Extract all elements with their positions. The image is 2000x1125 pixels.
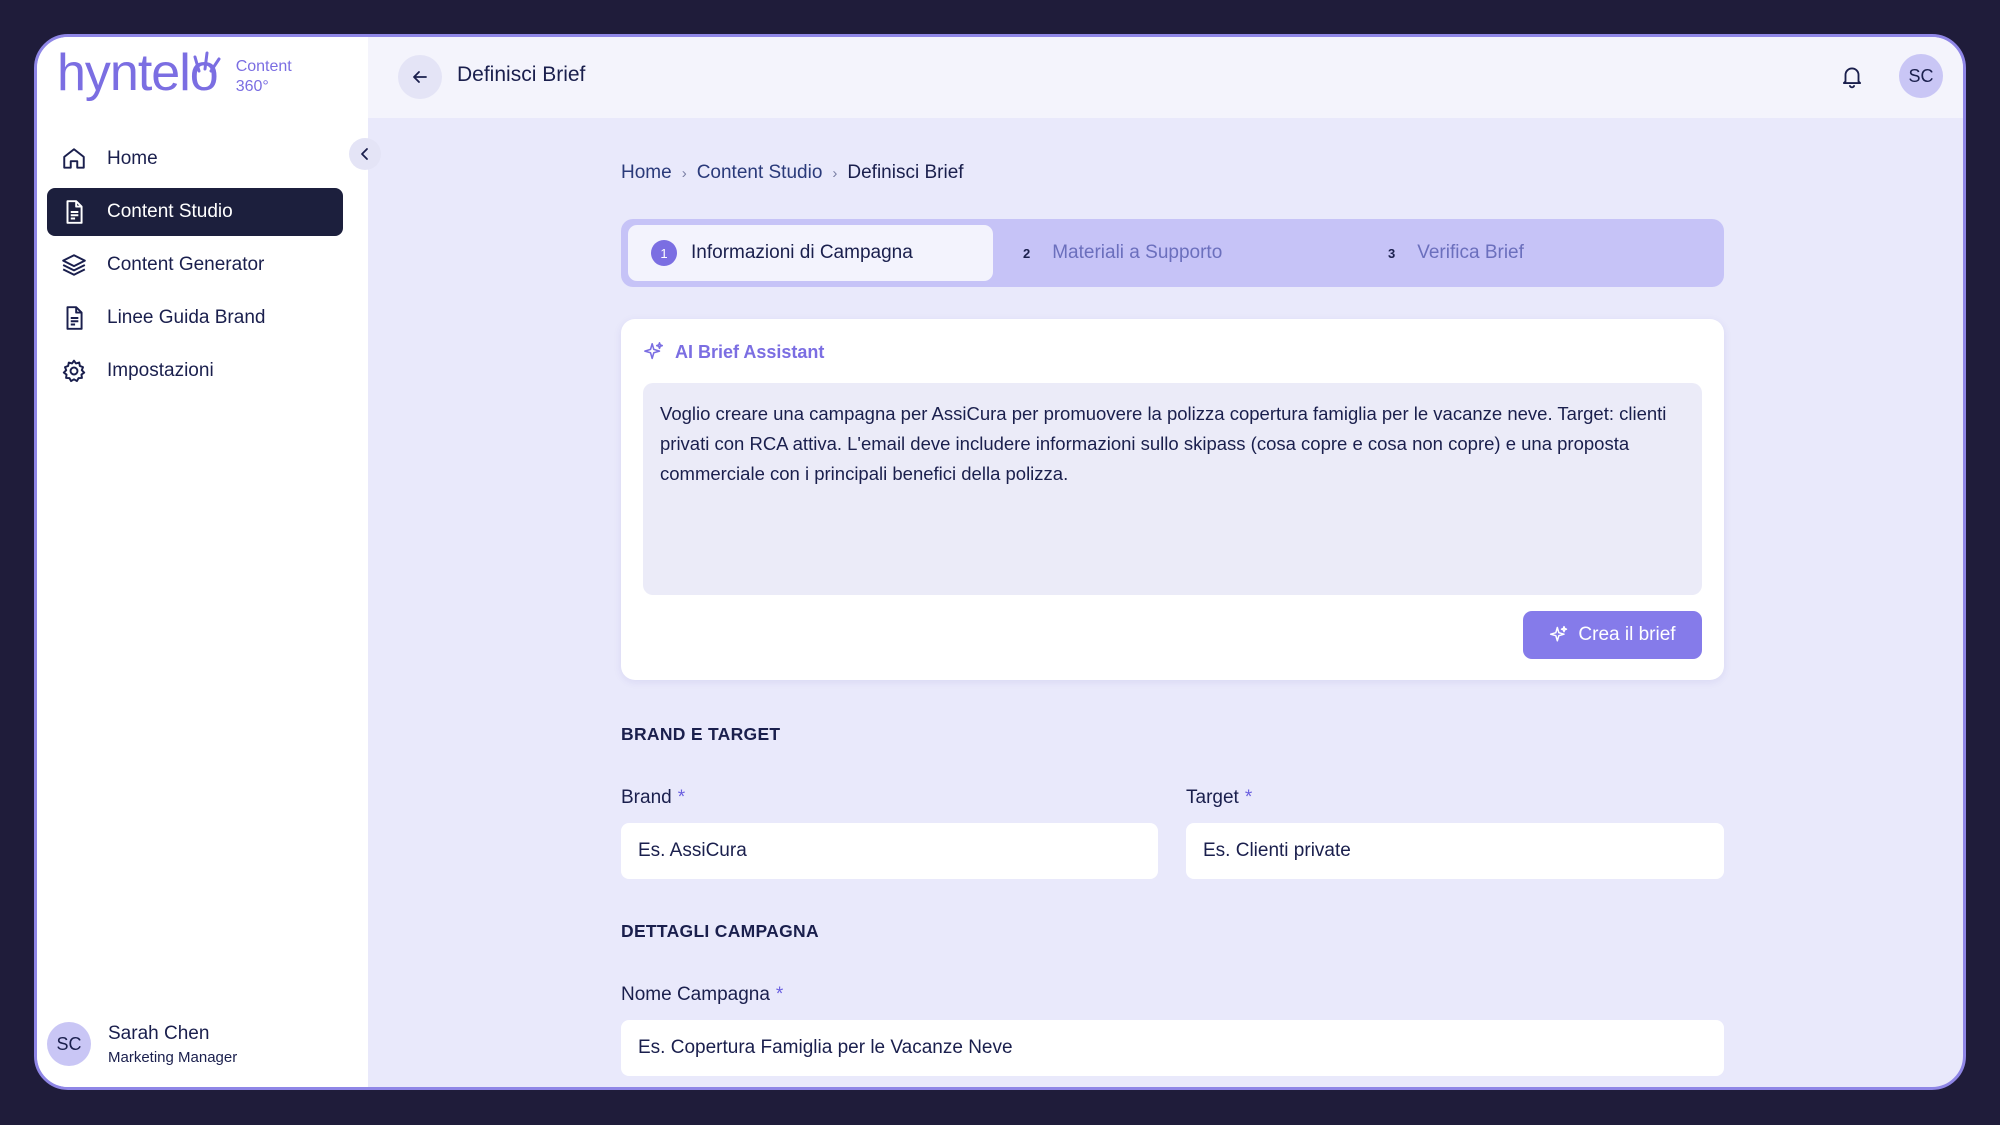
avatar: SC bbox=[47, 1022, 91, 1066]
logo: hyntelo Content 360° bbox=[57, 43, 292, 103]
ai-brief-assistant-card: AI Brief Assistant Voglio creare una cam… bbox=[621, 319, 1724, 680]
user-info: Sarah Chen Marketing Manager bbox=[108, 1023, 237, 1066]
collapse-sidebar-button[interactable] bbox=[349, 138, 381, 170]
brand-input[interactable]: Es. AssiCura bbox=[621, 823, 1158, 879]
step-support-materials[interactable]: 2 Materiali a Supporto bbox=[1023, 225, 1222, 281]
breadcrumb: Home › Content Studio › Definisci Brief bbox=[621, 162, 964, 184]
step-label: Verifica Brief bbox=[1417, 242, 1524, 263]
layers-icon bbox=[61, 252, 87, 278]
logo-rays-icon bbox=[193, 51, 221, 73]
document-icon bbox=[61, 199, 87, 225]
required-marker: * bbox=[1244, 787, 1253, 808]
stepper: 1 Informazioni di Campagna 2 Materiali a… bbox=[621, 219, 1724, 287]
breadcrumb-current: Definisci Brief bbox=[847, 162, 964, 183]
arrow-left-icon bbox=[413, 71, 427, 83]
breadcrumb-content-studio[interactable]: Content Studio bbox=[697, 162, 823, 184]
create-brief-button[interactable]: Crea il brief bbox=[1523, 611, 1702, 659]
step-number: 2 bbox=[1023, 245, 1031, 261]
sidebar-item-content-generator[interactable]: Content Generator bbox=[47, 241, 343, 289]
notifications-button[interactable] bbox=[1839, 63, 1865, 89]
sidebar-item-brand-guidelines[interactable]: Linee Guida Brand bbox=[47, 294, 343, 342]
step-label: Materiali a Supporto bbox=[1052, 242, 1223, 263]
create-brief-label: Crea il brief bbox=[1578, 624, 1676, 645]
logo-sub-line2: 360° bbox=[235, 78, 269, 95]
sparkles-icon bbox=[644, 342, 664, 360]
breadcrumb-home[interactable]: Home bbox=[621, 162, 672, 184]
brief-prompt-textarea[interactable]: Voglio creare una campagna per AssiCura … bbox=[643, 383, 1702, 595]
card-title: AI Brief Assistant bbox=[675, 341, 825, 362]
chevron-right-icon: › bbox=[832, 164, 838, 182]
sidebar-item-label: Content Studio bbox=[107, 201, 233, 222]
sidebar-item-label: Content Generator bbox=[107, 254, 265, 275]
brand-label-text: Brand bbox=[621, 787, 672, 808]
campaign-name-label: Nome Campagna * bbox=[621, 984, 783, 1006]
step-verify-brief[interactable]: 3 Verifica Brief bbox=[1388, 225, 1524, 281]
section-title-campaign-details: DETTAGLI CAMPAGNA bbox=[621, 921, 819, 941]
main-content: Home › Content Studio › Definisci Brief … bbox=[368, 118, 1963, 1087]
sidebar-item-settings[interactable]: Impostazioni bbox=[47, 347, 343, 395]
brand-label: Brand * bbox=[621, 787, 685, 809]
step-label: Informazioni di Campagna bbox=[691, 242, 913, 263]
target-input[interactable]: Es. Clienti private bbox=[1186, 823, 1724, 879]
back-button[interactable] bbox=[398, 55, 442, 99]
card-header: AI Brief Assistant bbox=[643, 341, 824, 363]
sidebar-item-label: Linee Guida Brand bbox=[107, 307, 266, 328]
required-marker: * bbox=[775, 984, 784, 1005]
home-icon bbox=[61, 146, 87, 172]
required-marker: * bbox=[677, 787, 686, 808]
sparkles-icon bbox=[1550, 625, 1568, 642]
sidebar: hyntelo Content 360° Home Content Studio bbox=[37, 37, 368, 1087]
step-campaign-info[interactable]: 1 Informazioni di Campagna bbox=[628, 225, 993, 281]
sidebar-item-content-studio[interactable]: Content Studio bbox=[47, 188, 343, 236]
user-name: Sarah Chen bbox=[108, 1022, 210, 1044]
sidebar-item-label: Impostazioni bbox=[107, 360, 214, 381]
step-number: 1 bbox=[651, 240, 677, 266]
target-label: Target * bbox=[1186, 787, 1252, 809]
step-number: 3 bbox=[1388, 245, 1396, 261]
section-title-brand-target: BRAND E TARGET bbox=[621, 724, 781, 744]
bell-icon bbox=[1842, 67, 1862, 89]
sidebar-item-home[interactable]: Home bbox=[47, 135, 343, 183]
campaign-name-input[interactable]: Es. Copertura Famiglia per le Vacanze Ne… bbox=[621, 1020, 1724, 1076]
chevron-right-icon: › bbox=[681, 164, 687, 182]
chevron-left-icon bbox=[361, 148, 368, 160]
user-profile[interactable]: SC Sarah Chen Marketing Manager bbox=[47, 1022, 237, 1066]
gear-icon bbox=[61, 358, 87, 384]
user-role: Marketing Manager bbox=[108, 1048, 238, 1066]
avatar[interactable]: SC bbox=[1899, 54, 1943, 98]
app-window: hyntelo Content 360° Home Content Studio bbox=[34, 34, 1966, 1090]
campaign-name-label-text: Nome Campagna bbox=[621, 984, 770, 1005]
logo-sub-line1: Content bbox=[235, 58, 292, 75]
page-title: Definisci Brief bbox=[457, 63, 586, 86]
target-label-text: Target bbox=[1186, 787, 1239, 808]
document-icon bbox=[61, 305, 87, 331]
logo-subtitle: Content 360° bbox=[236, 57, 292, 97]
top-bar: Definisci Brief SC bbox=[368, 37, 1963, 118]
sidebar-item-label: Home bbox=[107, 148, 158, 169]
sidebar-nav: Home Content Studio Content Generator Li… bbox=[47, 135, 343, 400]
